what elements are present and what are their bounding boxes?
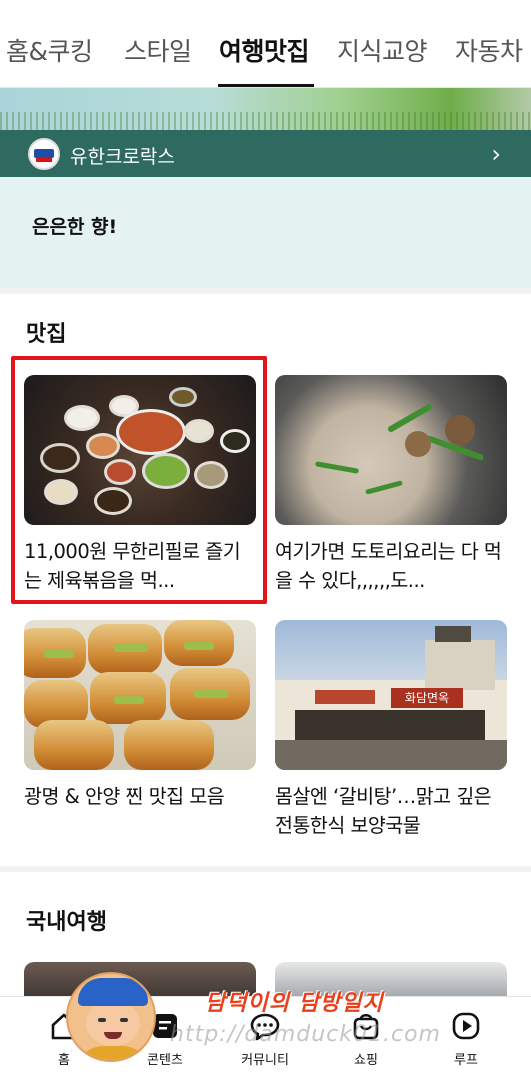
ad-brand-bar[interactable]: 유한크로락스 › — [0, 130, 531, 177]
chevron-right-icon: › — [491, 140, 501, 168]
tab-travel-food[interactable]: 여행맛집 — [219, 32, 310, 68]
play-icon — [452, 1012, 480, 1040]
content-card[interactable]: 여기가면 도토리요리는 다 먹을 수 있다,,,,,,도... — [275, 375, 507, 605]
ad-banner[interactable]: 유한크로락스 › 은은한 향! — [0, 88, 531, 288]
card-thumbnail — [24, 620, 256, 770]
section-divider — [0, 866, 531, 872]
section-divider — [0, 288, 531, 294]
card-title: 광명 & 안양 찐 맛집 모음 — [24, 785, 225, 808]
card-thumbnail: 화담면옥 — [275, 620, 507, 770]
tab-knowledge[interactable]: 지식교양 — [337, 32, 428, 68]
watermark-url: http://damduck01.com — [170, 1022, 441, 1047]
tab-home-cooking[interactable]: 홈&쿠킹 — [6, 32, 93, 68]
section-title-food: 맛집 — [26, 322, 67, 347]
tab-style[interactable]: 스타일 — [124, 32, 192, 68]
card-thumbnail — [275, 375, 507, 525]
restaurant-sign: 화담면옥 — [391, 688, 463, 708]
nav-label: 쇼핑 — [354, 1053, 378, 1068]
card-title: 여기가면 도토리요리는 다 먹을 수 있다,,,,,,도... — [275, 540, 502, 592]
watermark-title: 담덕이의 담방일지 — [205, 991, 384, 1016]
content-card[interactable]: 광명 & 안양 찐 맛집 모음 — [24, 620, 256, 850]
ad-headline: 은은한 향! — [32, 216, 118, 238]
highlight-box — [11, 356, 267, 604]
ad-image — [0, 88, 531, 130]
clorox-logo-icon — [28, 138, 60, 170]
nav-label: 루프 — [454, 1053, 478, 1068]
category-tab-bar: 홈&쿠킹 스타일 여행맛집 지식교양 자동차 — [0, 0, 531, 88]
card-title: 몸살엔 ‘갈비탕’…맑고 깊은 전통한식 보양국물 — [275, 785, 492, 837]
nav-label: 커뮤니티 — [241, 1053, 289, 1068]
watermark-avatar — [66, 972, 156, 1062]
ad-brand-name: 유한크로락스 — [70, 146, 175, 168]
content-card[interactable]: 화담면옥 몸살엔 ‘갈비탕’…맑고 깊은 전통한식 보양국물 — [275, 620, 507, 850]
tab-car[interactable]: 자동차 — [455, 32, 523, 68]
section-title-travel: 국내여행 — [26, 910, 107, 935]
